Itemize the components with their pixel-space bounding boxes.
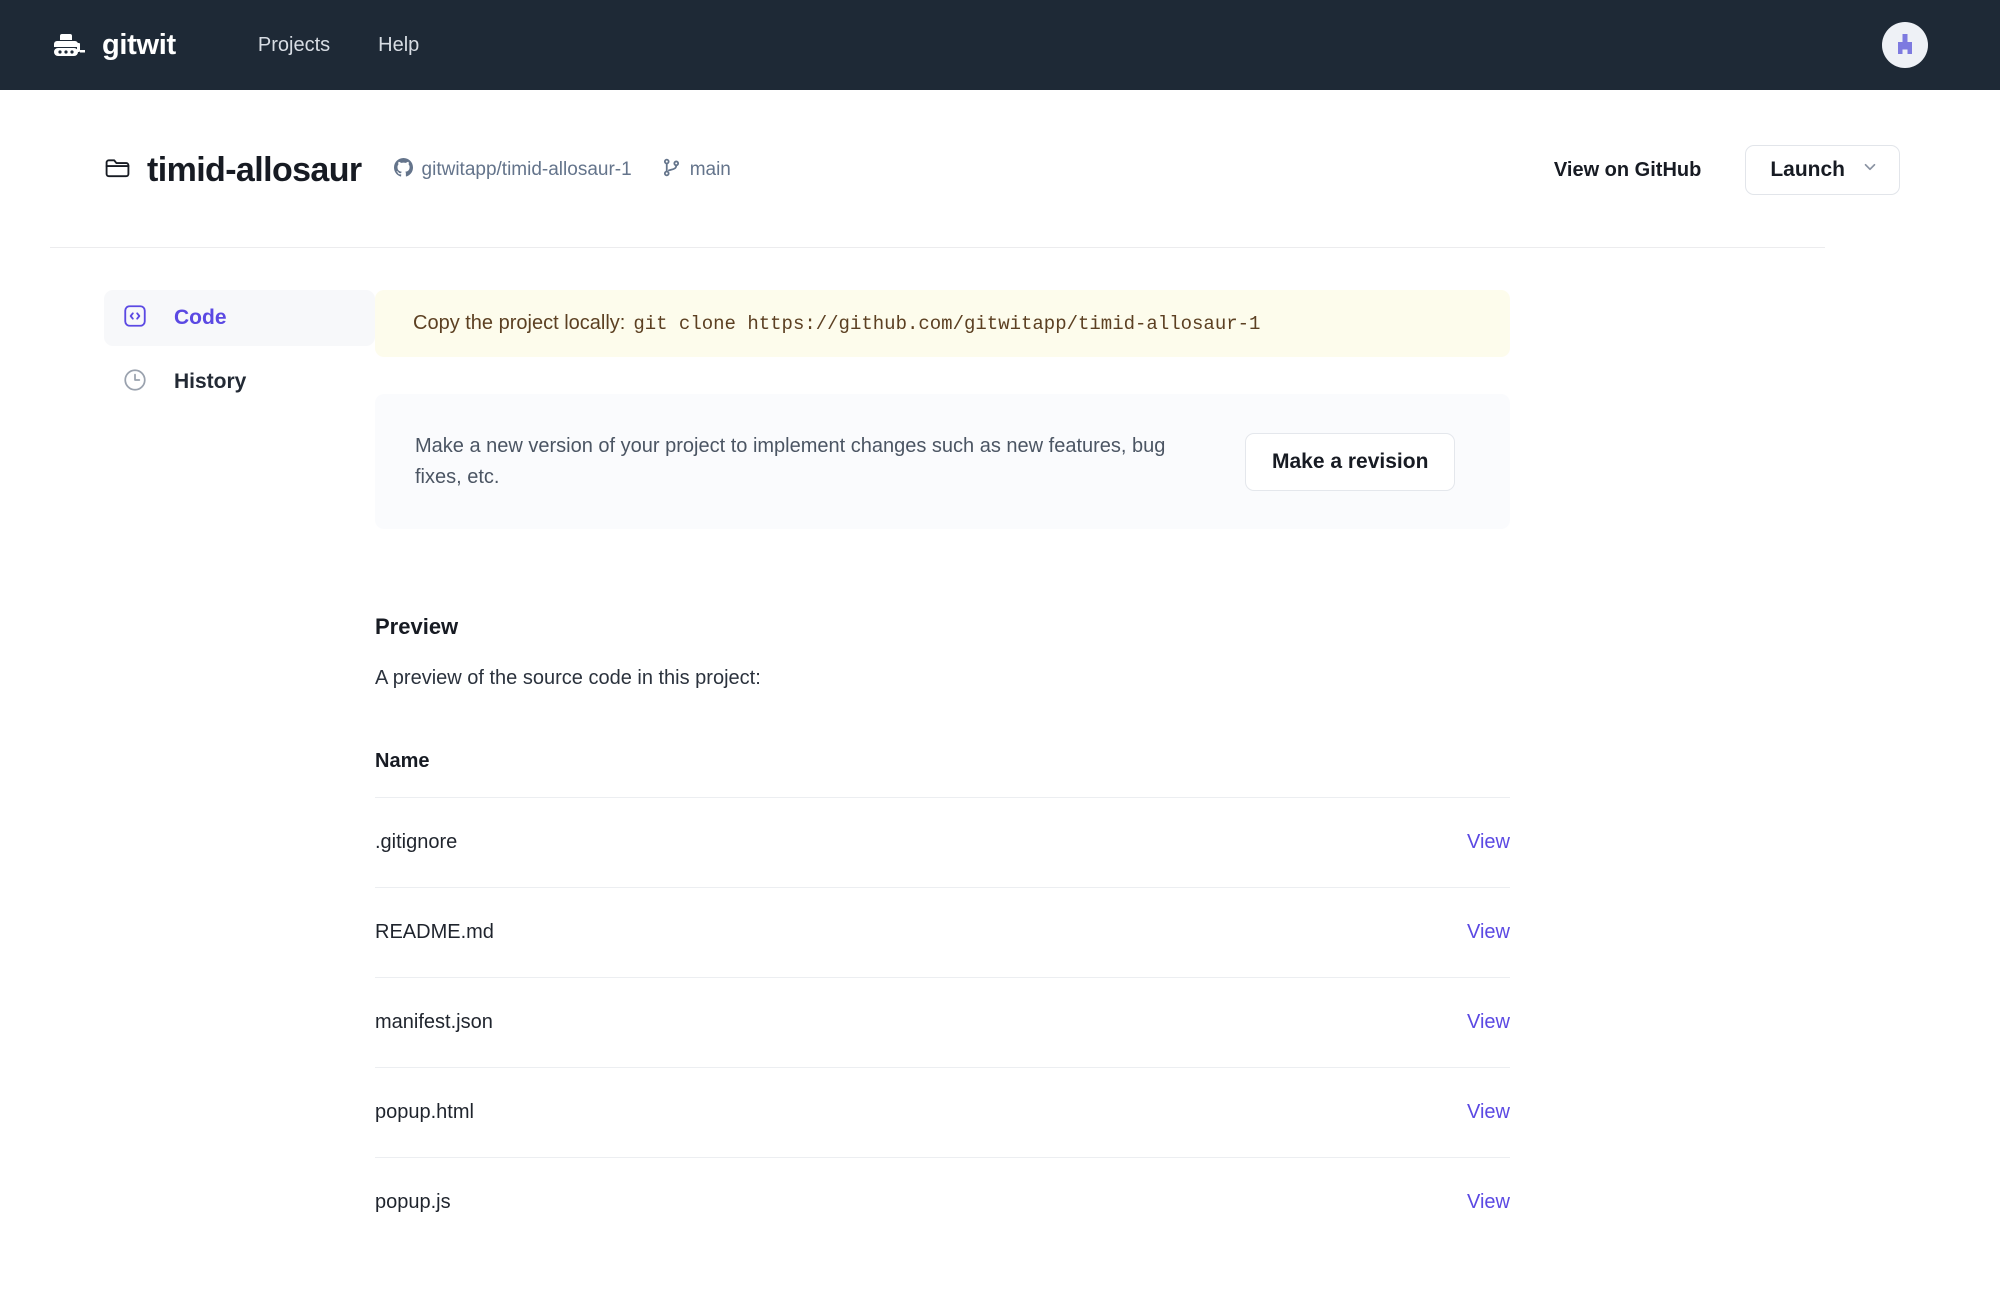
nav-links: Projects Help (258, 34, 419, 57)
column-header-action (1209, 750, 1510, 798)
nav-link-help[interactable]: Help (378, 34, 419, 57)
clone-banner-label: Copy the project locally: (413, 312, 625, 335)
body-wrapper: Code History Copy the project locally: g… (0, 248, 2000, 1247)
clock-icon (122, 367, 148, 398)
avatar[interactable] (1882, 22, 1928, 68)
bulldozer-icon (52, 30, 88, 60)
preview-subtitle: A preview of the source code in this pro… (375, 667, 1510, 690)
file-name: .gitignore (375, 798, 1209, 888)
table-row: README.md View (375, 888, 1510, 978)
brand-name: gitwit (102, 29, 176, 62)
file-name: manifest.json (375, 978, 1209, 1068)
file-action-cell: View (1209, 888, 1510, 978)
main-content: Copy the project locally: git clone http… (375, 290, 1685, 1247)
make-revision-button[interactable]: Make a revision (1245, 433, 1455, 491)
file-table-head: Name (375, 750, 1510, 798)
file-action-cell: View (1209, 1068, 1510, 1158)
folder-icon (104, 156, 131, 185)
view-on-github-link[interactable]: View on GitHub (1554, 159, 1701, 182)
branch-label: main (690, 159, 731, 181)
git-branch-icon (662, 158, 681, 183)
file-name: popup.js (375, 1158, 1209, 1248)
sidebar-item-label: Code (174, 306, 227, 330)
view-link[interactable]: View (1467, 1191, 1510, 1213)
table-row: popup.js View (375, 1158, 1510, 1248)
file-name: popup.html (375, 1068, 1209, 1158)
view-link[interactable]: View (1467, 1011, 1510, 1033)
file-table: Name .gitignore View README.md (375, 750, 1510, 1247)
preview-section: Preview A preview of the source code in … (375, 614, 1510, 1247)
repo-link[interactable]: gitwitapp/timid-allosaur-1 (394, 158, 632, 183)
file-action-cell: View (1209, 798, 1510, 888)
file-name: README.md (375, 888, 1209, 978)
file-table-body: .gitignore View README.md View (375, 798, 1510, 1248)
project-header: timid-allosaur gitwitapp/timid-allosaur-… (0, 90, 2000, 195)
table-header-row: Name (375, 750, 1510, 798)
table-row: .gitignore View (375, 798, 1510, 888)
branch-indicator: main (662, 158, 731, 183)
sidebar-item-history[interactable]: History (104, 354, 375, 410)
sidebar-item-label: History (174, 370, 246, 394)
launch-button-label: Launch (1770, 158, 1845, 182)
sidebar-item-code[interactable]: Code (104, 290, 375, 346)
clone-banner: Copy the project locally: git clone http… (375, 290, 1510, 357)
table-row: popup.html View (375, 1068, 1510, 1158)
page-title: timid-allosaur (147, 151, 362, 190)
launch-button[interactable]: Launch (1745, 145, 1900, 195)
sidebar: Code History (0, 290, 375, 1247)
repo-label: gitwitapp/timid-allosaur-1 (422, 159, 632, 181)
view-link[interactable]: View (1467, 831, 1510, 853)
file-action-cell: View (1209, 1158, 1510, 1248)
column-header-name: Name (375, 750, 1209, 798)
page: timid-allosaur gitwitapp/timid-allosaur-… (0, 90, 2000, 1247)
revision-description: Make a new version of your project to im… (415, 431, 1215, 493)
view-link[interactable]: View (1467, 921, 1510, 943)
brand[interactable]: gitwit (52, 29, 176, 62)
nav-link-projects[interactable]: Projects (258, 34, 330, 57)
table-row: manifest.json View (375, 978, 1510, 1068)
code-brackets-icon (122, 303, 148, 334)
view-link[interactable]: View (1467, 1101, 1510, 1123)
avatar-glyph-icon (1890, 30, 1920, 60)
chevron-down-icon (1861, 158, 1879, 182)
github-icon (394, 158, 413, 183)
revision-card: Make a new version of your project to im… (375, 394, 1510, 529)
preview-title: Preview (375, 614, 1510, 640)
file-action-cell: View (1209, 978, 1510, 1068)
top-navbar: gitwit Projects Help (0, 0, 2000, 90)
clone-command[interactable]: git clone https://github.com/gitwitapp/t… (633, 313, 1260, 335)
